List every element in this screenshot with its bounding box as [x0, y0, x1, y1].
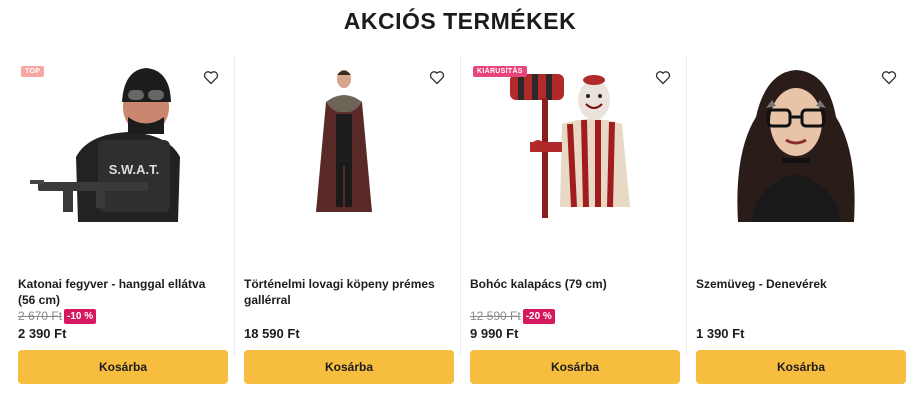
add-to-cart-button[interactable]: Kosárba	[470, 350, 680, 384]
product-card[interactable]: S.W.A.T. TOP Katonai fegyver - hanggal e…	[8, 56, 233, 400]
card-divider	[460, 56, 461, 356]
wishlist-heart-icon[interactable]	[202, 68, 220, 86]
product-name[interactable]: Szemüveg - Denevérek	[696, 276, 901, 292]
top-badge: TOP	[21, 66, 45, 77]
product-card[interactable]: KIÁRUSÍTÁS Bohóc kalapács (79 cm) 12 590…	[460, 56, 685, 400]
bat-glasses-image	[696, 62, 896, 222]
product-image[interactable]: S.W.A.T.	[18, 62, 218, 222]
product-name[interactable]: Történelmi lovagi köpeny prémes gallérra…	[244, 276, 449, 308]
product-price: 1 390 Ft	[696, 326, 745, 341]
add-to-cart-button[interactable]: Kosárba	[18, 350, 228, 384]
old-price-row: 2 670 Ft -10 %	[18, 308, 97, 324]
svg-text:S.W.A.T.: S.W.A.T.	[109, 162, 160, 177]
product-price: 9 990 Ft	[470, 326, 519, 341]
card-divider	[234, 56, 235, 356]
wishlist-heart-icon[interactable]	[654, 68, 672, 86]
add-to-cart-button[interactable]: Kosárba	[244, 350, 454, 384]
old-price: 12 590 Ft	[470, 309, 521, 323]
product-name[interactable]: Katonai fegyver - hanggal ellátva (56 cm…	[18, 276, 223, 308]
clown-hammer-image	[470, 62, 670, 222]
product-grid: S.W.A.T. TOP Katonai fegyver - hanggal e…	[8, 56, 912, 400]
add-to-cart-button[interactable]: Kosárba	[696, 350, 906, 384]
discount-badge: -20 %	[522, 308, 555, 324]
section-title: AKCIÓS TERMÉKEK	[343, 8, 577, 34]
discount-badge: -10 %	[64, 308, 97, 324]
product-name[interactable]: Bohóc kalapács (79 cm)	[470, 276, 675, 292]
wishlist-heart-icon[interactable]	[880, 68, 898, 86]
product-image[interactable]	[696, 62, 896, 222]
product-image[interactable]	[244, 62, 444, 222]
card-divider	[686, 56, 687, 356]
product-card[interactable]: Történelmi lovagi köpeny prémes gallérra…	[234, 56, 459, 400]
wishlist-heart-icon[interactable]	[428, 68, 446, 86]
product-price: 18 590 Ft	[244, 326, 300, 341]
old-price: 2 670 Ft	[18, 309, 63, 323]
old-price-row: 12 590 Ft -20 %	[470, 308, 555, 324]
knight-cape-image	[244, 62, 444, 222]
product-price: 2 390 Ft	[18, 326, 67, 341]
swat-costume-image: S.W.A.T.	[18, 62, 218, 222]
product-image[interactable]	[470, 62, 670, 222]
sale-badge: KIÁRUSÍTÁS	[473, 66, 527, 77]
product-card[interactable]: Szemüveg - Denevérek 1 390 Ft Kosárba	[686, 56, 911, 400]
